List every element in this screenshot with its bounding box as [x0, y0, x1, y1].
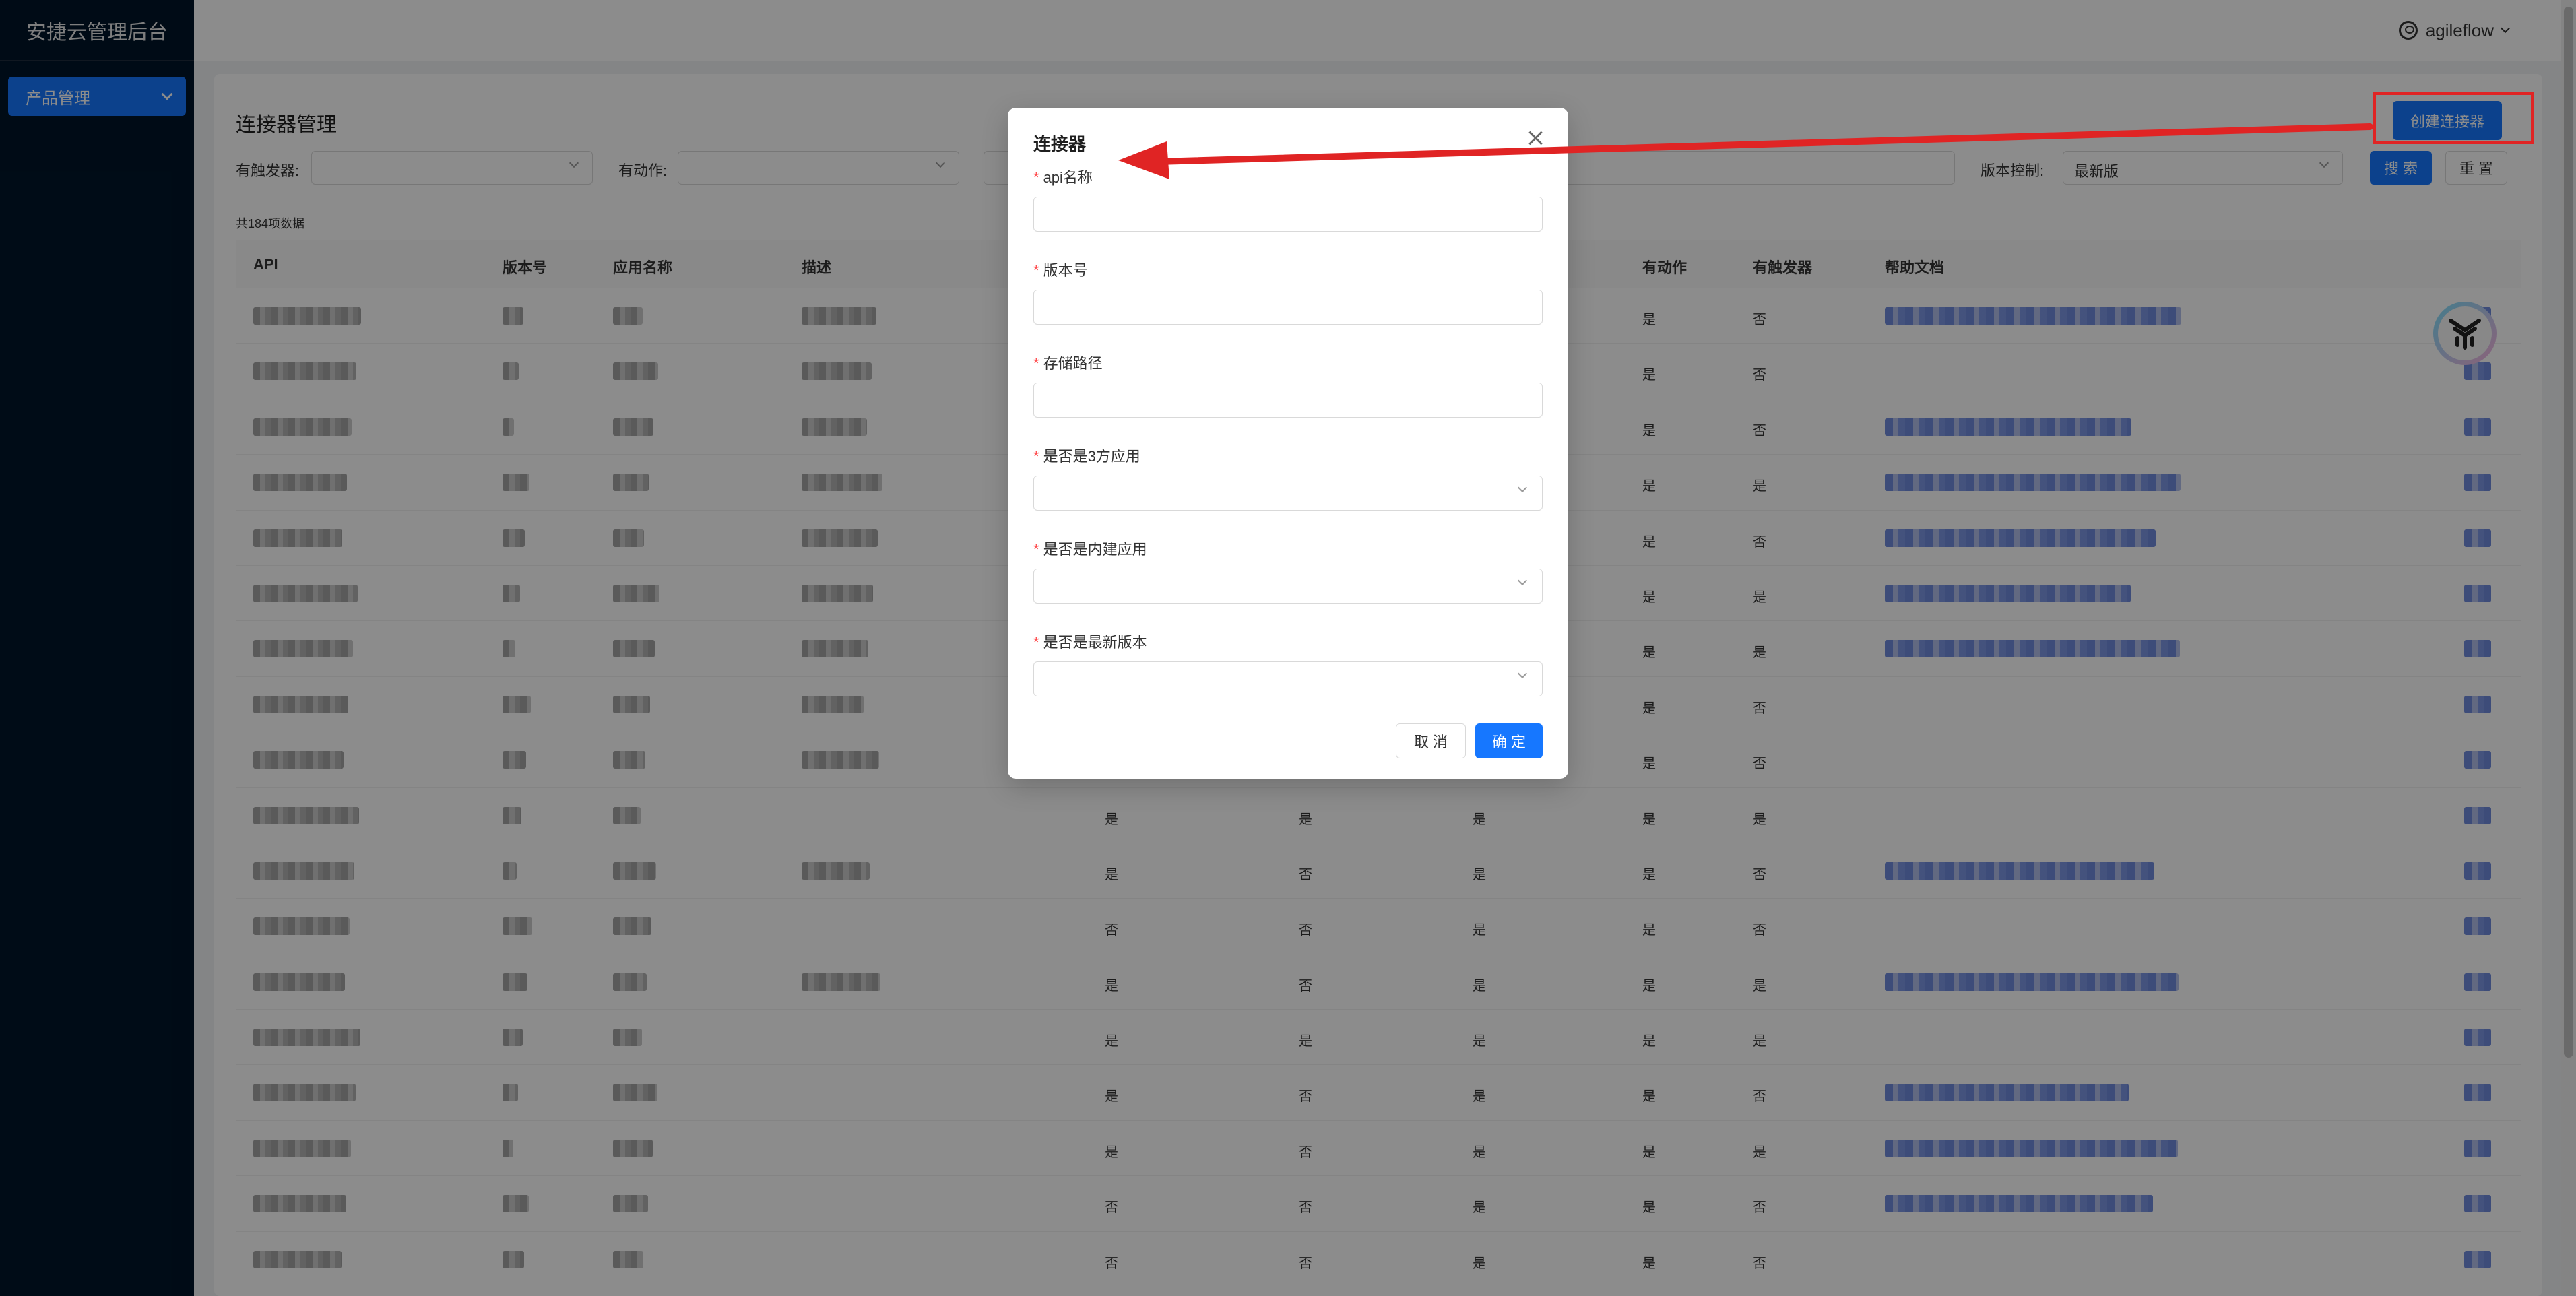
annotation-arrow — [1118, 123, 2373, 179]
